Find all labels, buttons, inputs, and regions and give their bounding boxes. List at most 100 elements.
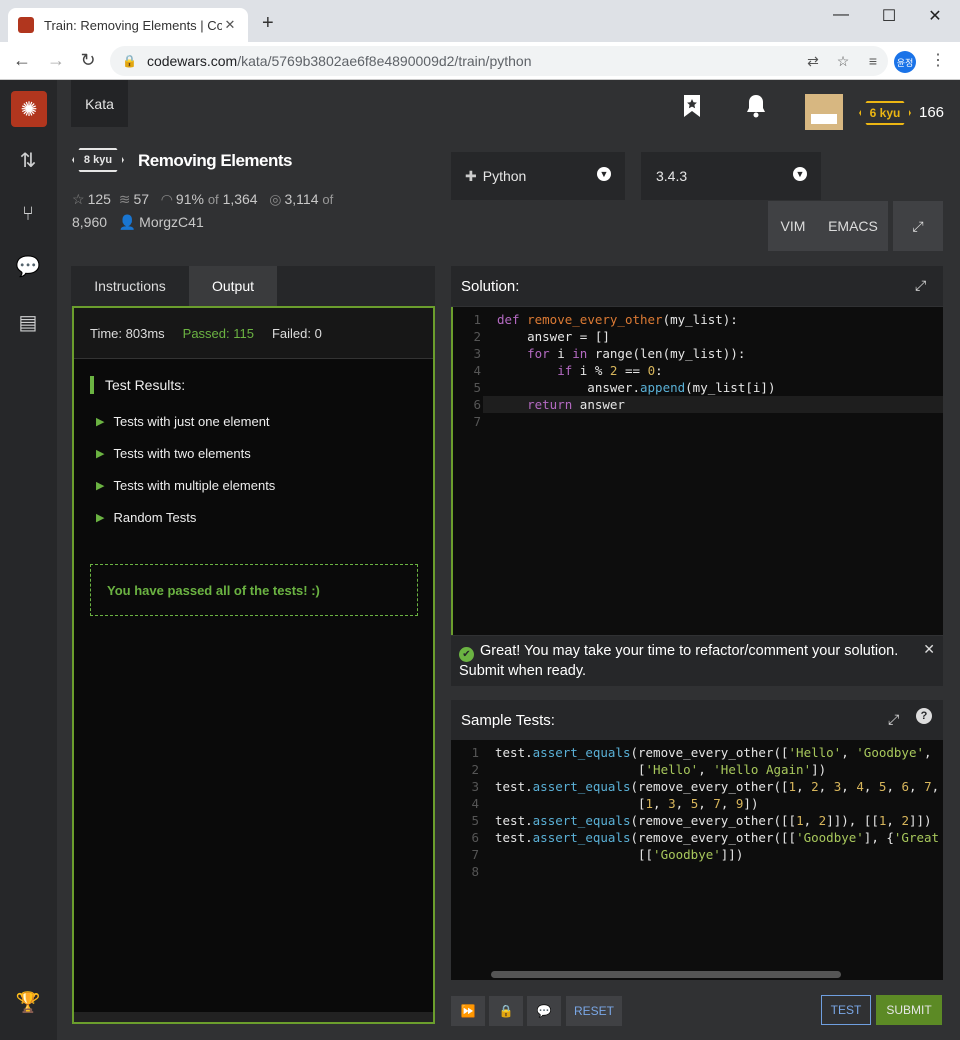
user-honor: 166 <box>919 104 945 121</box>
code-line: test.assert_equals(remove_every_other([[… <box>495 830 940 845</box>
submit-button[interactable]: SUBMIT <box>876 995 942 1025</box>
kata-title: Removing Elements <box>138 151 293 170</box>
failed-label: Failed: 0 <box>271 325 322 341</box>
tab-instructions[interactable]: Instructions <box>71 266 189 306</box>
version-value: 3.4.3 <box>656 168 688 184</box>
profile-avatar[interactable]: 윤정 <box>894 51 916 73</box>
fullscreen-icon[interactable]: ⤢ <box>893 201 943 251</box>
reload-icon[interactable]: ↻ <box>76 50 100 71</box>
browser-menu-icon[interactable]: ⋮ <box>930 50 946 70</box>
line-number: 5 <box>471 813 479 828</box>
test-results-heading: Test Results: <box>90 376 185 394</box>
output-panel: Time: 803ms Passed: 115 Failed: 0 Test R… <box>72 306 435 1024</box>
solution-editor[interactable]: 1 2 3 4 5 6 7 def remove_every_other(my_… <box>451 307 943 635</box>
translate-icon[interactable]: ⇄ <box>798 53 828 70</box>
code-line: [1, 3, 5, 7, 9]) <box>495 796 759 811</box>
chevron-down-icon: ▼ <box>597 167 611 181</box>
line-number: 3 <box>473 346 481 361</box>
of-label-2: of <box>322 192 334 207</box>
code-line: test.assert_equals(remove_every_other([1… <box>495 779 940 794</box>
emacs-mode-button[interactable]: EMACS <box>818 201 888 251</box>
panel-tabs: Instructions Output <box>71 266 435 306</box>
version-select[interactable]: 3.4.3 ▼ <box>641 152 821 200</box>
completed: 3,114 <box>284 191 319 207</box>
new-tab-icon[interactable]: + <box>262 12 274 35</box>
expand-icon[interactable]: ⤢ <box>915 277 926 294</box>
vim-mode-button[interactable]: VIM <box>768 201 818 251</box>
collections-count: 57 <box>133 191 150 207</box>
tab-output[interactable]: Output <box>189 266 277 306</box>
language-select[interactable]: ✚ Python ▼ <box>451 152 625 200</box>
line-number: 2 <box>473 329 481 344</box>
code-line: ['Hello', 'Hello Again']) <box>495 762 827 777</box>
chevron-down-icon: ▼ <box>793 167 807 181</box>
test-group[interactable]: ▶ Random Tests <box>96 510 196 525</box>
docs-icon[interactable]: ▤ <box>14 308 42 336</box>
fast-forward-icon[interactable]: ⏩ <box>451 996 485 1026</box>
output-footer <box>74 1012 433 1022</box>
time-label: Time: 803ms <box>90 325 165 341</box>
minimize-icon[interactable]: — <box>818 6 864 24</box>
code-line: def remove_every_other(my_list): <box>497 312 738 327</box>
test-button[interactable]: TEST <box>821 995 871 1025</box>
line-number: 2 <box>471 762 479 777</box>
bookmark-icon[interactable] <box>682 94 702 124</box>
sample-tests-title: Sample Tests: <box>461 711 555 729</box>
maximize-icon[interactable]: ☐ <box>866 6 912 26</box>
fork-icon[interactable]: ⑂ <box>14 200 42 228</box>
of-label: of <box>207 192 219 207</box>
practice-icon[interactable]: ⇅ <box>14 146 42 174</box>
address-bar: ← → ↻ 🔒 codewars.com/kata/5769b3802ae6f8… <box>0 42 960 80</box>
codewars-app: ✺ ⇅ ⑂ 💬 ▤ 🏆 Kata 6 kyu 166 8 kyu Removin… <box>0 80 960 1040</box>
line-number: 6 <box>473 397 481 412</box>
sidebar: ✺ ⇅ ⑂ 💬 ▤ 🏆 <box>0 80 57 1040</box>
codewars-favicon-icon <box>18 17 34 33</box>
horizontal-scrollbar[interactable] <box>491 971 841 978</box>
test-group[interactable]: ▶ Tests with multiple elements <box>96 478 275 493</box>
codewars-logo-icon[interactable]: ✺ <box>11 91 47 127</box>
notifications-bell-icon[interactable] <box>745 94 767 124</box>
completed-icon: ◎ <box>269 191 282 207</box>
back-icon[interactable]: ← <box>10 50 34 71</box>
browser-tab-bar: Train: Removing Elements | Cod ✕ + — ☐ ✕ <box>0 0 960 42</box>
trophy-icon[interactable]: 🏆 <box>14 988 42 1016</box>
close-tab-icon[interactable]: ✕ <box>222 17 238 33</box>
help-icon[interactable]: ? <box>916 708 932 724</box>
media-icon[interactable]: ≡ <box>858 53 888 69</box>
kata-nav-tab[interactable]: Kata <box>71 80 128 127</box>
code-line: [['Goodbye']]) <box>495 847 744 862</box>
browser-tab[interactable]: Train: Removing Elements | Cod ✕ <box>8 8 248 42</box>
expand-icon[interactable]: ⤢ <box>888 711 899 728</box>
satisfaction: 91% <box>175 191 204 207</box>
discuss-icon[interactable]: 💬 <box>527 996 561 1026</box>
test-group-label: Tests with just one element <box>113 414 270 429</box>
test-group-label: Tests with two elements <box>113 446 251 461</box>
test-group[interactable]: ▶ Tests with two elements <box>96 446 251 461</box>
kata-meta: ☆ 125 ≋ 57 ◠ 91% of 1,364 ◎ 3,114 of 8,960 👤… <box>72 188 372 233</box>
code-line: for i in range(len(my_list)): <box>527 346 746 361</box>
lock-icon[interactable]: 🔒 <box>489 996 523 1026</box>
collections-icon: ≋ <box>118 191 131 207</box>
line-number: 8 <box>471 864 479 879</box>
test-group[interactable]: ▶ Tests with just one element <box>96 414 270 429</box>
url-input[interactable]: 🔒 codewars.com/kata/5769b3802ae6f8e48900… <box>110 46 888 76</box>
user-avatar[interactable] <box>805 94 843 130</box>
forward-icon[interactable]: → <box>44 50 68 71</box>
author[interactable]: MorgzC41 <box>139 214 204 230</box>
stars-count: 125 <box>87 191 111 207</box>
output-summary: Time: 803ms Passed: 115 Failed: 0 <box>74 308 433 359</box>
close-icon[interactable]: ✕ <box>923 640 935 658</box>
kata-kyu-badge: 8 kyu <box>72 148 124 172</box>
close-window-icon[interactable]: ✕ <box>912 6 958 26</box>
total: 8,960 <box>72 214 108 230</box>
test-group-label: Random Tests <box>113 510 197 525</box>
bookmark-star-icon[interactable]: ☆ <box>828 53 858 70</box>
line-number: 5 <box>473 380 481 395</box>
sample-tests-editor[interactable]: 1 2 3 4 5 6 7 8 test.assert_equals(remov… <box>451 740 943 980</box>
reset-button[interactable]: RESET <box>566 996 622 1026</box>
line-number: 7 <box>473 414 481 429</box>
python-icon: ✚ <box>465 167 477 184</box>
user-rank-badge: 6 kyu <box>859 101 911 125</box>
discuss-icon[interactable]: 💬 <box>14 252 42 280</box>
user-icon: 👤 <box>118 214 137 230</box>
